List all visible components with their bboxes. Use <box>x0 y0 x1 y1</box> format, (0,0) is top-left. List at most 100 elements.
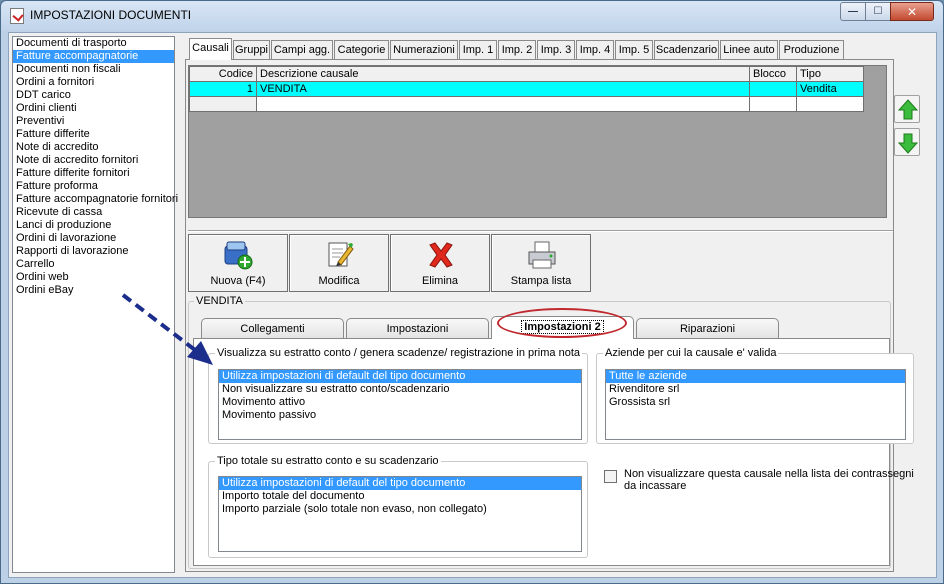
sidebar-item[interactable]: Documenti non fiscali <box>13 63 174 76</box>
tab-imp-5[interactable]: Imp. 5 <box>615 40 653 59</box>
sidebar-item[interactable]: Note di accredito fornitori <box>13 154 174 167</box>
main-area: Causali Gruppi Campi agg. Categorie Numerazi… <box>185 38 914 572</box>
separator <box>188 230 893 232</box>
hide-in-cod-checkbox[interactable] <box>604 470 617 483</box>
tab-campi-agg[interactable]: Campi agg. <box>271 40 333 59</box>
tab-categorie[interactable]: Categorie <box>334 40 389 59</box>
new-button[interactable]: Nuova (F4) <box>188 234 288 292</box>
main-tab-strip: Causali Gruppi Campi agg. Categorie Numerazi… <box>185 38 894 60</box>
statement-fieldset-title: Visualizza su estratto conto / genera sc… <box>215 347 582 359</box>
statement-option-list[interactable]: Utilizza impostazioni di default del tip… <box>218 369 582 440</box>
tab-scadenzario[interactable]: Scadenzario <box>654 40 719 59</box>
new-row[interactable] <box>189 96 864 112</box>
causali-panel: Codice Descrizione causale Blocco Tipo 1… <box>185 59 914 572</box>
list-item[interactable]: Grossista srl <box>606 396 905 409</box>
tab-impostazioni-2[interactable]: Impostazioni 2 <box>491 316 634 339</box>
table-row[interactable]: 1 VENDITA Vendita <box>189 81 864 97</box>
tab-linee-auto[interactable]: Linee auto <box>720 40 778 59</box>
printer-icon <box>528 241 556 269</box>
list-item[interactable]: Non visualizzare su estratto conto/scade… <box>219 383 581 396</box>
tab-imp-4[interactable]: Imp. 4 <box>576 40 614 59</box>
app-window: IMPOSTAZIONI DOCUMENTI — ☐ ✕ Documenti d… <box>0 0 944 584</box>
grid-header-row: Codice Descrizione causale Blocco Tipo <box>189 66 864 82</box>
print-list-button-label: Stampa lista <box>510 275 572 287</box>
tab-imp-2[interactable]: Imp. 2 <box>498 40 536 59</box>
list-item[interactable]: Movimento attivo <box>219 396 581 409</box>
sidebar-item[interactable]: Ricevute di cassa <box>13 206 174 219</box>
cell-descrizione[interactable]: VENDITA <box>256 81 750 97</box>
cell-tipo[interactable]: Vendita <box>796 81 864 97</box>
total-type-list[interactable]: Utilizza impostazioni di default del tip… <box>218 476 582 552</box>
list-item[interactable]: Utilizza impostazioni di default del tip… <box>219 370 581 383</box>
move-down-button[interactable] <box>894 128 920 156</box>
hide-in-cod-label[interactable]: Non visualizzare questa causale nella li… <box>624 468 914 492</box>
document-type-list[interactable]: Documenti di trasporto Fatture accompagna… <box>12 36 178 573</box>
sidebar-item[interactable]: Ordini di lavorazione <box>13 232 174 245</box>
minimize-button[interactable]: — <box>840 2 866 21</box>
delete-button[interactable]: Elimina <box>390 234 490 292</box>
tab-riparazioni[interactable]: Riparazioni <box>636 318 779 338</box>
edit-button-label: Modifica <box>318 275 360 287</box>
causali-grid[interactable]: Codice Descrizione causale Blocco Tipo 1… <box>188 65 887 218</box>
tab-impostazioni[interactable]: Impostazioni <box>346 318 489 338</box>
sidebar-item[interactable]: Fatture accompagnatorie <box>13 50 174 63</box>
edit-button[interactable]: Modifica <box>289 234 389 292</box>
column-header-codice[interactable]: Codice <box>189 66 257 82</box>
sidebar-item[interactable]: Carrello <box>13 258 174 271</box>
print-list-button[interactable]: Stampa lista <box>491 234 591 292</box>
list-item[interactable]: Rivenditore srl <box>606 383 905 396</box>
delete-x-icon <box>429 242 453 268</box>
sidebar-item[interactable]: Ordini clienti <box>13 102 174 115</box>
sidebar-item[interactable]: Lanci di produzione <box>13 219 174 232</box>
tab-impostazioni-2-label: Impostazioni 2 <box>521 320 604 334</box>
cell-codice[interactable]: 1 <box>189 81 257 97</box>
client-area: Documenti di trasporto Fatture accompagna… <box>8 32 937 578</box>
close-button[interactable]: ✕ <box>890 2 934 21</box>
tab-imp-3[interactable]: Imp. 3 <box>537 40 575 59</box>
sidebar-item[interactable]: Rapporti di lavorazione <box>13 245 174 258</box>
tab-produzione[interactable]: Produzione <box>779 40 844 59</box>
cell-tipo-new[interactable] <box>796 96 864 112</box>
sidebar-item[interactable]: Ordini web <box>13 271 174 284</box>
list-item[interactable]: Importo parziale (solo totale non evaso,… <box>219 503 581 516</box>
sidebar-item[interactable]: Note di accredito <box>13 141 174 154</box>
sidebar-item[interactable]: Preventivi <box>13 115 174 128</box>
column-header-descrizione[interactable]: Descrizione causale <box>256 66 750 82</box>
window-title: IMPOSTAZIONI DOCUMENTI <box>30 8 192 22</box>
minimize-icon: — <box>848 6 858 17</box>
tab-collegamenti[interactable]: Collegamenti <box>201 318 344 338</box>
tab-imp-1[interactable]: Imp. 1 <box>459 40 497 59</box>
companies-fieldset-title: Aziende per cui la causale e' valida <box>603 347 779 359</box>
arrow-up-icon <box>898 99 918 120</box>
sidebar-item[interactable]: Fatture differite <box>13 128 174 141</box>
sidebar-item[interactable]: Fatture proforma <box>13 180 174 193</box>
maximize-button[interactable]: ☐ <box>865 2 891 21</box>
list-item[interactable]: Importo totale del documento <box>219 490 581 503</box>
total-type-fieldset-title: Tipo totale su estratto conto e su scade… <box>215 455 441 467</box>
hide-in-cod-label-line1: Non visualizzare questa causale nella li… <box>624 468 914 480</box>
companies-list[interactable]: Tutte le aziende Rivenditore srl Grossista… <box>605 369 906 440</box>
tab-causali[interactable]: Causali <box>189 38 232 60</box>
column-header-tipo[interactable]: Tipo <box>796 66 864 82</box>
title-bar[interactable]: IMPOSTAZIONI DOCUMENTI — ☐ ✕ <box>1 1 943 31</box>
sidebar-item[interactable]: DDT carico <box>13 89 174 102</box>
sidebar-item[interactable]: Ordini eBay <box>13 284 174 297</box>
list-item[interactable]: Utilizza impostazioni di default del tip… <box>219 477 581 490</box>
tab-gruppi[interactable]: Gruppi <box>233 40 270 59</box>
sidebar-item[interactable]: Fatture accompagnatorie fornitori <box>13 193 178 206</box>
tab-collegamenti-label: Collegamenti <box>240 323 305 335</box>
cell-blocco[interactable] <box>749 81 797 97</box>
causale-detail-group: VENDITA Collegamenti Impostazioni Impost… <box>188 295 914 569</box>
list-item[interactable]: Tutte le aziende <box>606 370 905 383</box>
tab-numerazioni[interactable]: Numerazioni <box>390 40 458 59</box>
move-up-button[interactable] <box>894 95 920 123</box>
list-item[interactable]: Movimento passivo <box>219 409 581 422</box>
column-header-blocco[interactable]: Blocco <box>749 66 797 82</box>
sidebar-item[interactable]: Documenti di trasporto <box>13 37 174 50</box>
sidebar-item[interactable]: Ordini a fornitori <box>13 76 174 89</box>
sidebar-item[interactable]: Fatture differite fornitori <box>13 167 174 180</box>
document-check-icon <box>10 8 24 24</box>
cell-descrizione-new[interactable] <box>256 96 750 112</box>
cell-blocco-new[interactable] <box>749 96 797 112</box>
cell-codice-new[interactable] <box>189 96 257 112</box>
